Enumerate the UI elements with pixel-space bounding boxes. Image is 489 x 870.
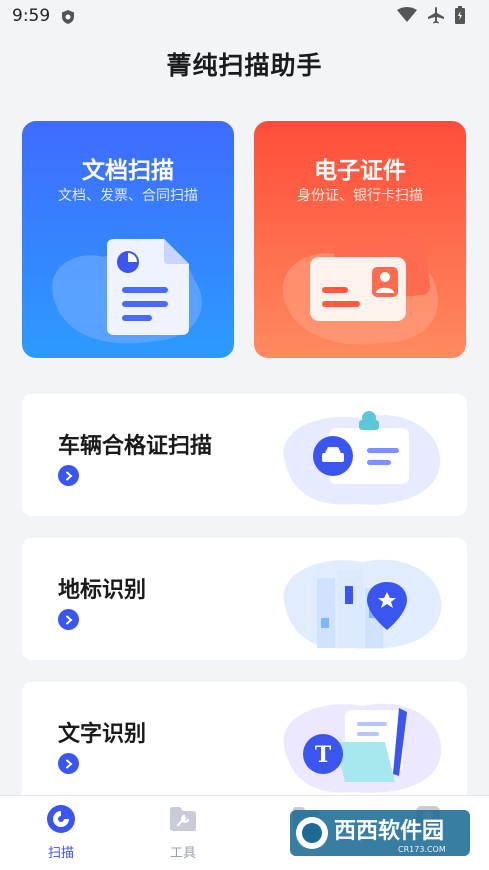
watermark: 西西软件园 CR173.COM: [290, 808, 470, 858]
id-scan-card[interactable]: 电子证件 身份证、银行卡扫描: [254, 121, 466, 358]
landmark-label: 地标识别: [58, 578, 147, 603]
vehicle-certificate-label: 车辆合格证扫描: [58, 434, 213, 459]
airplane-icon: [428, 7, 444, 24]
folder-tools-icon: [170, 807, 196, 831]
nav-scan[interactable]: 扫描: [21, 804, 101, 861]
chevron-right-icon[interactable]: [58, 609, 79, 630]
landmark-illustration: [283, 559, 442, 649]
landmark-card[interactable]: 地标识别: [22, 538, 467, 660]
watermark-logo: 西西软件园 CR173.COM: [290, 810, 470, 856]
document-icon: [52, 239, 202, 344]
status-bar: 9:59: [0, 0, 489, 34]
chevron-right-icon[interactable]: [58, 753, 79, 774]
svg-text:T: T: [315, 742, 332, 768]
document-scan-card[interactable]: 文档扫描 文档、发票、合同扫描: [22, 121, 234, 358]
document-scan-subtitle: 文档、发票、合同扫描: [58, 188, 198, 204]
shield-icon: [62, 10, 74, 24]
vehicle-certificate-card[interactable]: 车辆合格证扫描: [22, 394, 467, 516]
svg-text:西西软件园: 西西软件园: [334, 818, 444, 844]
battery-icon: [455, 6, 465, 24]
status-icons: [397, 6, 465, 24]
id-scan-title: 电子证件: [314, 158, 406, 184]
vehicle-certificate-illustration: [283, 411, 441, 505]
nav-tools-label: 工具: [169, 846, 196, 861]
nav-tools[interactable]: 工具: [143, 804, 223, 861]
text-recognition-label: 文字识别: [58, 722, 147, 747]
svg-text:CR173.COM: CR173.COM: [398, 845, 446, 854]
id-card-icon: [282, 237, 438, 345]
status-time: 9:59: [12, 6, 51, 26]
nav-scan-label: 扫描: [47, 846, 74, 861]
scan-tab-icon: [47, 805, 75, 833]
text-recognition-illustration: T: [283, 703, 442, 793]
chevron-right-icon[interactable]: [58, 465, 79, 486]
id-scan-subtitle: 身份证、银行卡扫描: [297, 188, 423, 204]
wifi-icon: [397, 7, 417, 22]
text-recognition-card[interactable]: 文字识别 T: [22, 682, 467, 804]
document-scan-title: 文档扫描: [82, 158, 174, 184]
app-title: 菁纯扫描助手: [166, 51, 323, 80]
